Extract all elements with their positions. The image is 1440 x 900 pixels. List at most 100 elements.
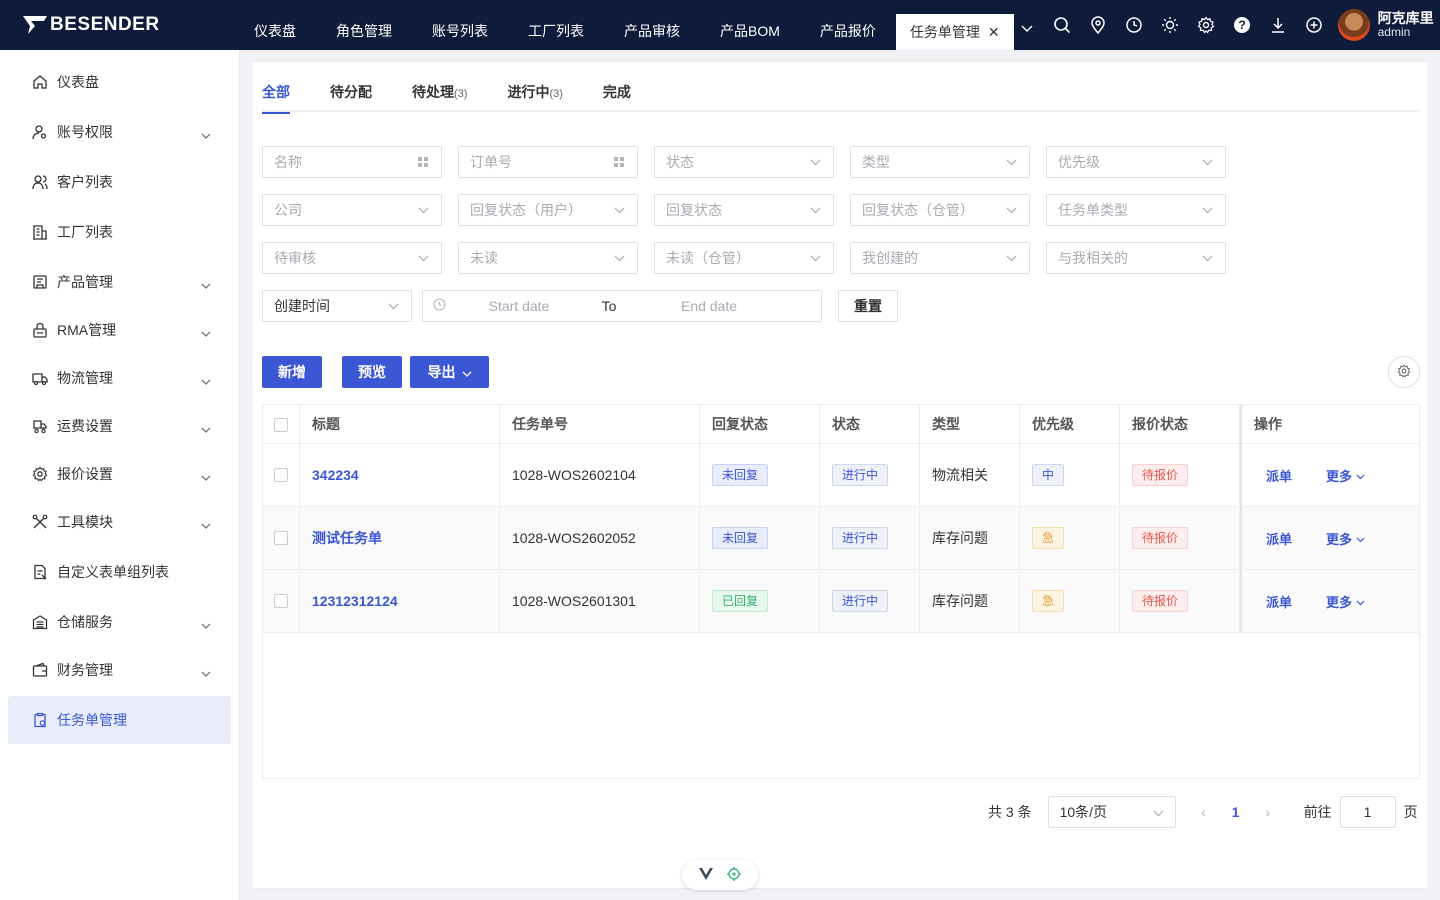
sidebar-item-label: 报价设置 <box>57 466 113 482</box>
filter-company-select[interactable]: 公司 <box>262 194 442 226</box>
top-nav-product-bom[interactable]: 产品BOM <box>700 0 800 50</box>
download-icon[interactable] <box>1268 15 1288 35</box>
export-button[interactable]: 导出 <box>410 356 489 388</box>
reset-button[interactable]: 重置 <box>838 290 898 322</box>
header-reply-status[interactable]: 回复状态 <box>700 405 820 444</box>
top-nav-product-review[interactable]: 产品审核 <box>604 0 700 50</box>
tab-in-progress[interactable]: 进行中(3) <box>507 76 562 112</box>
row-checkbox[interactable] <box>274 531 288 545</box>
help-icon[interactable]: ? <box>1232 15 1252 35</box>
sidebar-item-rma[interactable]: RMA管理 <box>8 306 231 354</box>
header-quote-status[interactable]: 报价状态 <box>1120 405 1240 444</box>
filter-task-type-select[interactable]: 任务单类型 <box>1046 194 1226 226</box>
warehouse-icon <box>31 613 49 631</box>
avatar[interactable] <box>1337 9 1370 41</box>
sidebar-item-logistics[interactable]: 物流管理 <box>8 354 231 402</box>
top-nav-roles[interactable]: 角色管理 <box>316 0 412 50</box>
more-dropdown[interactable]: 更多 <box>1326 466 1365 485</box>
chevron-down-icon <box>201 516 211 532</box>
row-checkbox[interactable] <box>274 468 288 482</box>
search-icon[interactable] <box>1052 15 1072 35</box>
header-title[interactable]: 标题 <box>300 405 500 444</box>
location-icon[interactable] <box>1088 15 1108 35</box>
task-title-link[interactable]: 342234 <box>312 467 359 483</box>
filter-unread-select[interactable]: 未读 <box>458 242 638 274</box>
next-page-icon[interactable]: › <box>1252 804 1284 820</box>
page-size-select[interactable]: 10条/页 <box>1047 796 1176 828</box>
sidebar-item-warehouse[interactable]: 仓储服务 <box>8 598 231 646</box>
task-title-link[interactable]: 测试任务单 <box>312 528 382 548</box>
filter-reply-status-select[interactable]: 回复状态 <box>654 194 834 226</box>
sidebar-item-task-orders[interactable]: 任务单管理 <box>8 696 231 744</box>
filter-order-no-input[interactable]: 订单号 <box>458 146 638 178</box>
filter-pending-review-select[interactable]: 待审核 <box>262 242 442 274</box>
date-start-input[interactable]: Start date <box>454 298 584 314</box>
table-row[interactable]: 12312312124 1028-WOS2601301 已回复 进行中 库存问题… <box>263 570 1419 633</box>
plus-circle-icon[interactable] <box>1304 15 1324 35</box>
assign-link[interactable]: 派单 <box>1266 466 1292 485</box>
user-menu[interactable]: 阿克库里 admin <box>1337 9 1434 41</box>
date-range-picker[interactable]: Start date To End date <box>422 290 822 322</box>
top-nav-product-quote[interactable]: 产品报价 <box>800 0 896 50</box>
header-task-no[interactable]: 任务单号 <box>500 405 700 444</box>
sidebar-item-factories[interactable]: 工厂列表 <box>8 208 231 256</box>
header-priority[interactable]: 优先级 <box>1020 405 1120 444</box>
column-settings-button[interactable] <box>1388 356 1420 388</box>
sidebar-item-finance[interactable]: 财务管理 <box>8 646 231 694</box>
tab-all[interactable]: 全部 <box>262 76 290 114</box>
prev-page-icon[interactable]: ‹ <box>1188 804 1220 820</box>
task-title-link[interactable]: 12312312124 <box>312 593 398 609</box>
filter-reply-status-warehouse-select[interactable]: 回复状态（仓管） <box>850 194 1030 226</box>
tab-to-assign[interactable]: 待分配 <box>330 76 372 112</box>
preview-button[interactable]: 预览 <box>342 356 402 388</box>
sidebar-item-custom-forms[interactable]: 自定义表单组列表 <box>8 548 231 596</box>
row-checkbox[interactable] <box>274 594 288 608</box>
sidebar-item-products[interactable]: 产品管理 <box>8 258 231 306</box>
goto-page-input[interactable] <box>1339 796 1396 828</box>
top-nav-active-tab[interactable]: 任务单管理 ✕ <box>895 14 1014 50</box>
filter-reply-status-user-select[interactable]: 回复状态（用户） <box>458 194 638 226</box>
sidebar-item-customers[interactable]: 客户列表 <box>8 158 231 206</box>
table-row[interactable]: 342234 1028-WOS2602104 未回复 进行中 物流相关 中 待报… <box>263 444 1419 507</box>
filter-name-input[interactable]: 名称 <box>262 146 442 178</box>
filter-time-field-select[interactable]: 创建时间 <box>262 290 412 322</box>
filter-priority-select[interactable]: 优先级 <box>1046 146 1226 178</box>
tab-count: (3) <box>454 88 468 100</box>
more-dropdown[interactable]: 更多 <box>1326 529 1365 548</box>
sidebar-item-shipping-fee[interactable]: 运费设置 <box>8 402 231 450</box>
sidebar-item-tools[interactable]: 工具模块 <box>8 498 231 546</box>
header-type[interactable]: 类型 <box>920 405 1020 444</box>
header-status[interactable]: 状态 <box>820 405 920 444</box>
pagination: 共 3 条 10条/页 ‹ 1 › 前往 页 <box>988 796 1418 828</box>
chevron-down-icon <box>1356 468 1365 483</box>
filter-created-by-me-select[interactable]: 我创建的 <box>850 242 1030 274</box>
sidebar-item-dashboard[interactable]: 仪表盘 <box>8 58 231 106</box>
filter-status-select[interactable]: 状态 <box>654 146 834 178</box>
gear-icon[interactable] <box>1196 15 1216 35</box>
top-nav-factories[interactable]: 工厂列表 <box>508 0 604 50</box>
add-button[interactable]: 新增 <box>262 356 322 388</box>
top-nav-dashboard[interactable]: 仪表盘 <box>240 0 316 50</box>
page-number-current[interactable]: 1 <box>1220 804 1252 820</box>
select-all-checkbox[interactable] <box>274 417 288 432</box>
filter-unread-warehouse-select[interactable]: 未读（仓管） <box>654 242 834 274</box>
tab-completed[interactable]: 完成 <box>603 76 631 112</box>
date-end-input[interactable]: End date <box>634 298 784 314</box>
sun-icon[interactable] <box>1160 15 1180 35</box>
assign-link[interactable]: 派单 <box>1266 529 1292 548</box>
close-icon[interactable]: ✕ <box>988 14 1000 50</box>
table-row[interactable]: 测试任务单 1028-WOS2602052 未回复 进行中 库存问题 急 待报价… <box>263 507 1419 570</box>
brand-logo[interactable]: BESENDER <box>0 0 240 50</box>
sidebar-item-account-permission[interactable]: 账号权限 <box>8 108 231 156</box>
target-icon[interactable] <box>727 866 741 884</box>
assign-link[interactable]: 派单 <box>1266 592 1292 611</box>
more-dropdown[interactable]: 更多 <box>1326 592 1365 611</box>
top-nav-accounts[interactable]: 账号列表 <box>412 0 508 50</box>
sidebar-item-quote-settings[interactable]: 报价设置 <box>8 450 231 498</box>
vue-logo-icon[interactable] <box>699 867 713 883</box>
clock-icon[interactable] <box>1124 15 1144 35</box>
filter-type-select[interactable]: 类型 <box>850 146 1030 178</box>
filter-related-to-me-select[interactable]: 与我相关的 <box>1046 242 1226 274</box>
chevron-down-icon[interactable] <box>1014 4 1040 54</box>
tab-pending[interactable]: 待处理(3) <box>412 76 467 112</box>
